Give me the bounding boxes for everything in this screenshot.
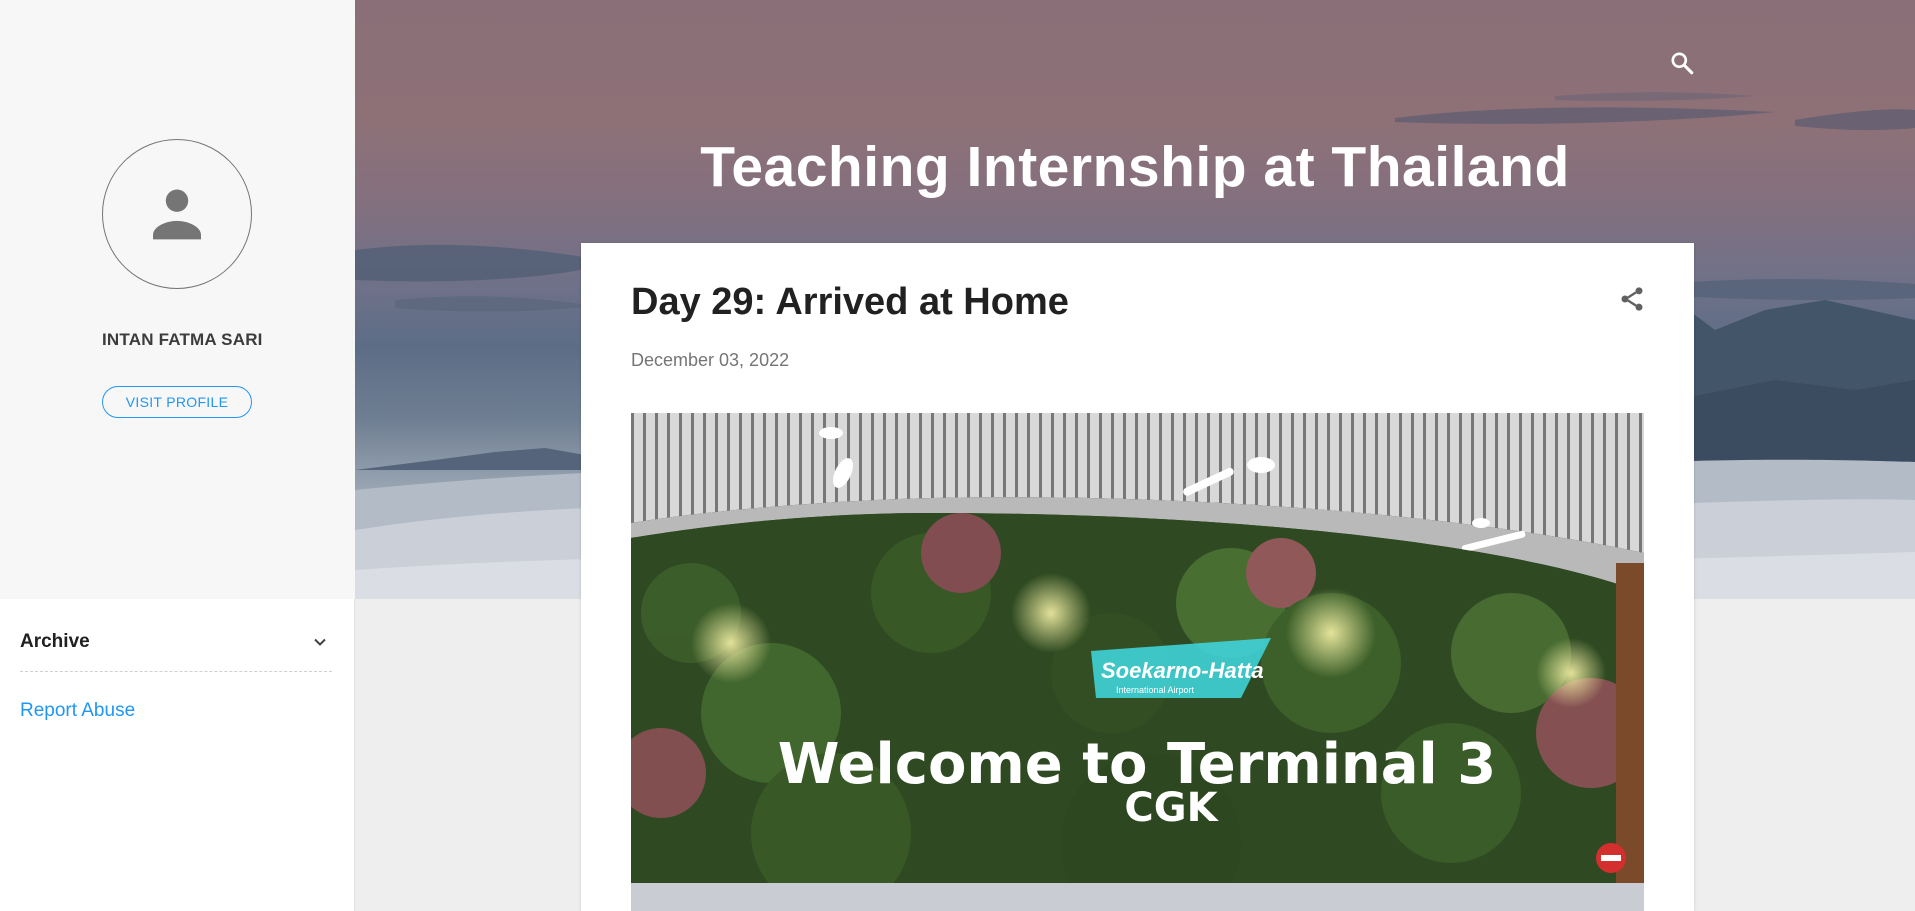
profile-section: INTAN FATMA SARI VISIT PROFILE: [0, 0, 355, 599]
profile-name: INTAN FATMA SARI: [102, 330, 263, 349]
sidebar: INTAN FATMA SARI VISIT PROFILE Archive R…: [0, 0, 355, 911]
search-icon: [1671, 52, 1694, 75]
terminal-photo: Soekarno-Hatta International Airport Wel…: [631, 413, 1644, 911]
sign-subtitle-text: International Airport: [1116, 685, 1195, 695]
archive-label: Archive: [20, 630, 90, 652]
archive-toggle[interactable]: Archive: [20, 612, 332, 672]
visit-profile-button[interactable]: VISIT PROFILE: [102, 386, 252, 418]
post-card: Day 29: Arrived at Home December 03, 202…: [581, 243, 1694, 911]
share-icon: [1621, 287, 1643, 311]
cgk-text: CGK: [1124, 785, 1219, 831]
search-button[interactable]: [1665, 46, 1699, 80]
sign-brand-text: Soekarno-Hatta: [1101, 658, 1264, 683]
report-abuse-link[interactable]: Report Abuse: [20, 700, 135, 722]
person-icon: [153, 189, 201, 240]
post-title[interactable]: Day 29: Arrived at Home: [631, 281, 1069, 324]
share-button[interactable]: [1616, 283, 1648, 315]
post-image[interactable]: Soekarno-Hatta International Airport Wel…: [631, 413, 1644, 911]
avatar[interactable]: [102, 139, 252, 289]
post-date[interactable]: December 03, 2022: [631, 350, 789, 371]
blog-title[interactable]: Teaching Internship at Thailand: [355, 134, 1915, 200]
chevron-down-icon: [314, 638, 326, 646]
